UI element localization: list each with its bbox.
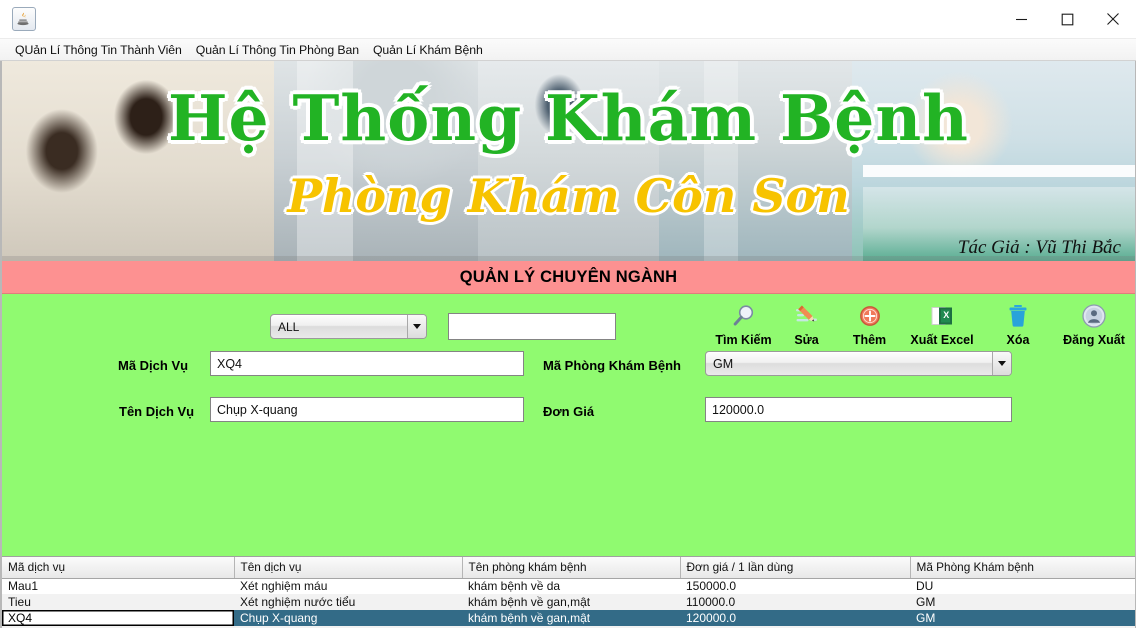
column-header-ma-dich-vu[interactable]: Mã dịch vụ [2, 557, 235, 579]
label-ten-dich-vu: Tên Dịch Vụ [119, 404, 195, 419]
ten-dich-vu-input[interactable] [210, 397, 524, 422]
header-banner: Hệ Thống Khám Bệnh Phòng Khám Côn Sơn Tá… [2, 61, 1135, 261]
menu-item-quan-li-kham-benh[interactable]: Quản Lí Khám Bệnh [366, 41, 490, 59]
cell-ten-phong-kham-benh: khám bệnh về gan,mật [462, 594, 680, 610]
cell-don-gia: 120000.0 [680, 610, 910, 626]
table-header-row: Mã dịch vụ Tên dịch vụ Tên phòng khám bệ… [2, 557, 1135, 579]
delete-button[interactable]: Xóa [983, 298, 1053, 347]
banner-author: Tác Giả : Vũ Thi Bắc [957, 237, 1121, 258]
add-button[interactable]: Thêm [838, 298, 901, 347]
add-button-label: Thêm [852, 333, 887, 347]
label-ma-dich-vu: Mã Dịch Vụ [118, 358, 189, 373]
pencil-edit-icon [794, 302, 820, 330]
banner-title: Hệ Thống Khám Bệnh [168, 81, 969, 155]
search-input[interactable] [448, 313, 616, 340]
cell-ten-phong-kham-benh: khám bệnh về da [462, 578, 680, 594]
column-header-ten-dich-vu[interactable]: Tên dịch vụ [234, 557, 463, 579]
application-window: QUản Lí Thông Tin Thành Viên Quản Lí Thô… [0, 0, 1136, 628]
table-row[interactable]: Tieu Xét nghiệm nước tiểu khám bệnh về g… [2, 594, 1135, 610]
ma-phong-kham-benh-value: GM [713, 356, 734, 371]
action-toolbar: Tìm Kiếm Sửa Thêm X Xuất Excel Xóa Đăng … [712, 298, 1135, 347]
table-body: Mau1 Xét nghiệm máu khám bệnh về da 1500… [2, 578, 1135, 628]
cell-ten-phong-kham-benh: khám bệnh về gan,mật [462, 610, 680, 626]
java-coffee-cup-icon [12, 7, 36, 31]
cell-ma-dich-vu: Tieu [2, 594, 234, 610]
ma-phong-kham-benh-select[interactable]: GM [705, 351, 1012, 376]
banner-subtitle: Phòng Khám Côn Sơn [287, 169, 850, 223]
edit-button-label: Sửa [794, 333, 819, 347]
services-table[interactable]: Mã dịch vụ Tên dịch vụ Tên phòng khám bệ… [2, 556, 1135, 628]
column-header-ma-phong-kham-benh[interactable]: Mã Phòng Khám bệnh [910, 557, 1135, 579]
search-filter-value: ALL [278, 319, 300, 334]
edit-button[interactable]: Sửa [775, 298, 838, 347]
chevron-down-icon[interactable] [992, 352, 1011, 375]
cell-ma-phong-kham-benh: GM [910, 610, 1135, 626]
cell-ma-phong-kham-benh: GM [910, 594, 1135, 610]
chevron-down-icon[interactable] [407, 315, 426, 338]
menu-item-quan-li-thanh-vien[interactable]: QUản Lí Thông Tin Thành Viên [8, 41, 189, 59]
cell-ten-dich-vu: Chụp X-quang [234, 610, 462, 626]
cell-ma-dich-vu: XQ4 [2, 610, 234, 626]
trash-icon [1006, 302, 1030, 330]
section-header-title: QUẢN LÝ CHUYÊN NGÀNH [459, 267, 678, 286]
column-header-ten-phong-kham-benh[interactable]: Tên phòng khám bệnh [462, 557, 681, 579]
excel-icon: X [930, 302, 954, 330]
close-icon[interactable] [1090, 0, 1136, 38]
content-area: Hệ Thống Khám Bệnh Phòng Khám Côn Sơn Tá… [0, 61, 1136, 628]
search-button[interactable]: Tìm Kiếm [712, 298, 775, 347]
window-controls [998, 0, 1136, 38]
cell-ma-dich-vu: Mau1 [2, 578, 234, 594]
label-ma-phong-kham-benh: Mã Phòng Khám Bệnh [543, 358, 681, 373]
menu-bar: QUản Lí Thông Tin Thành Viên Quản Lí Thô… [0, 39, 1136, 61]
plus-circle-icon [859, 302, 881, 330]
minimize-icon[interactable] [998, 0, 1044, 38]
export-excel-button-label: Xuất Excel [910, 333, 974, 347]
maximize-icon[interactable] [1044, 0, 1090, 38]
logout-button-label: Đăng Xuất [1063, 333, 1125, 347]
section-header: QUẢN LÝ CHUYÊN NGÀNH [2, 261, 1135, 294]
logout-button[interactable]: Đăng Xuất [1053, 298, 1135, 347]
ma-dich-vu-input[interactable] [210, 351, 524, 376]
form-panel: ALL Tìm Kiếm Sửa Thêm X Xuất Excel Xóa Đ… [2, 294, 1135, 556]
search-button-label: Tìm Kiếm [715, 333, 772, 347]
column-header-don-gia[interactable]: Đơn giá / 1 lần dùng [680, 557, 911, 579]
export-excel-button[interactable]: X Xuất Excel [901, 298, 983, 347]
window-titlebar [0, 0, 1136, 39]
search-filter-select[interactable]: ALL [270, 314, 427, 339]
label-don-gia: Đơn Giá [543, 404, 595, 419]
cell-ten-dich-vu: Xét nghiệm nước tiểu [234, 594, 462, 610]
svg-text:X: X [943, 310, 949, 320]
magnifier-icon [731, 302, 757, 330]
cell-ten-dich-vu: Xét nghiệm máu [234, 578, 462, 594]
don-gia-input[interactable] [705, 397, 1012, 422]
search-row: ALL [270, 313, 616, 340]
menu-item-quan-li-phong-ban[interactable]: Quản Lí Thông Tin Phòng Ban [189, 41, 366, 59]
delete-button-label: Xóa [1006, 333, 1030, 347]
user-logout-icon [1081, 302, 1107, 330]
table-row-selected[interactable]: XQ4 Chụp X-quang khám bệnh về gan,mật 12… [2, 610, 1135, 626]
cell-don-gia: 110000.0 [680, 594, 910, 610]
table-row[interactable]: Mau1 Xét nghiệm máu khám bệnh về da 1500… [2, 578, 1135, 594]
cell-don-gia: 150000.0 [680, 578, 910, 594]
cell-ma-phong-kham-benh: DU [910, 578, 1135, 594]
